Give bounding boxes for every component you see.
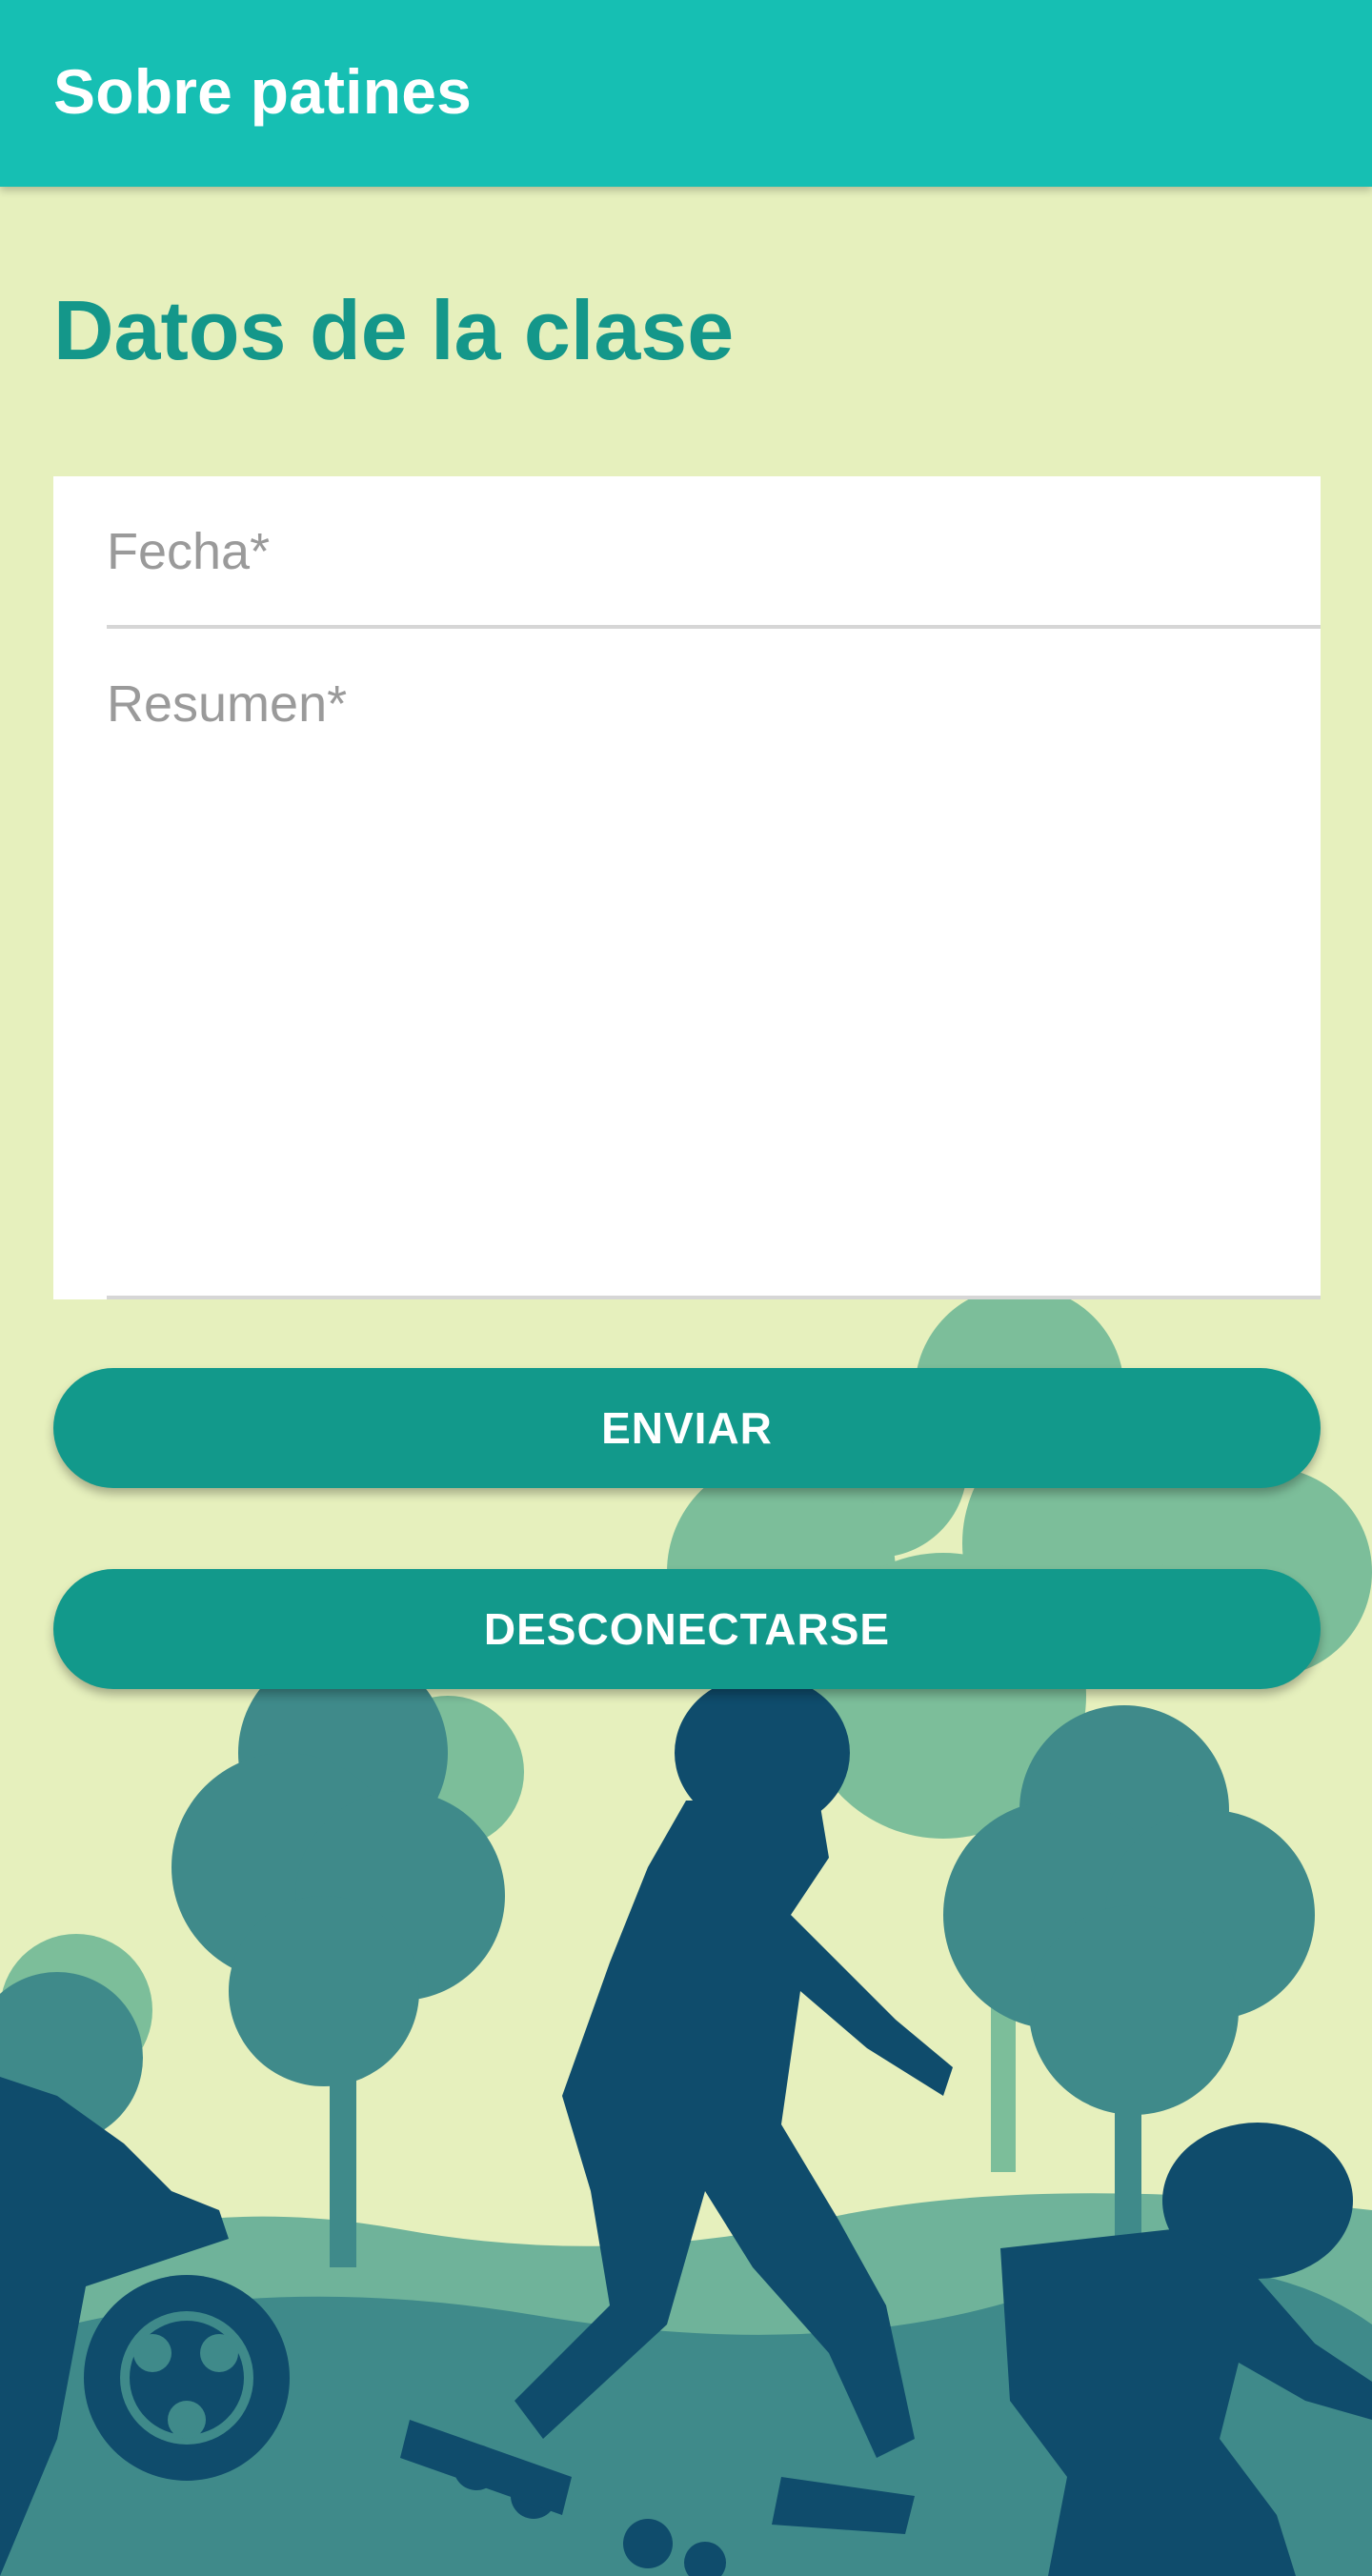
- summary-field[interactable]: Resumen*: [107, 633, 1321, 1299]
- class-form: Fecha* Resumen*: [53, 476, 1321, 1299]
- logout-button[interactable]: DESCONECTARSE: [53, 1569, 1321, 1689]
- app-bar: Sobre patines: [0, 0, 1372, 187]
- date-field-label: Fecha*: [107, 523, 271, 580]
- date-field[interactable]: Fecha*: [107, 476, 1321, 629]
- send-button[interactable]: ENVIAR: [53, 1368, 1321, 1488]
- page-title: Datos de la clase: [53, 283, 735, 377]
- summary-field-label: Resumen*: [107, 675, 348, 733]
- app-title: Sobre patines: [53, 56, 473, 127]
